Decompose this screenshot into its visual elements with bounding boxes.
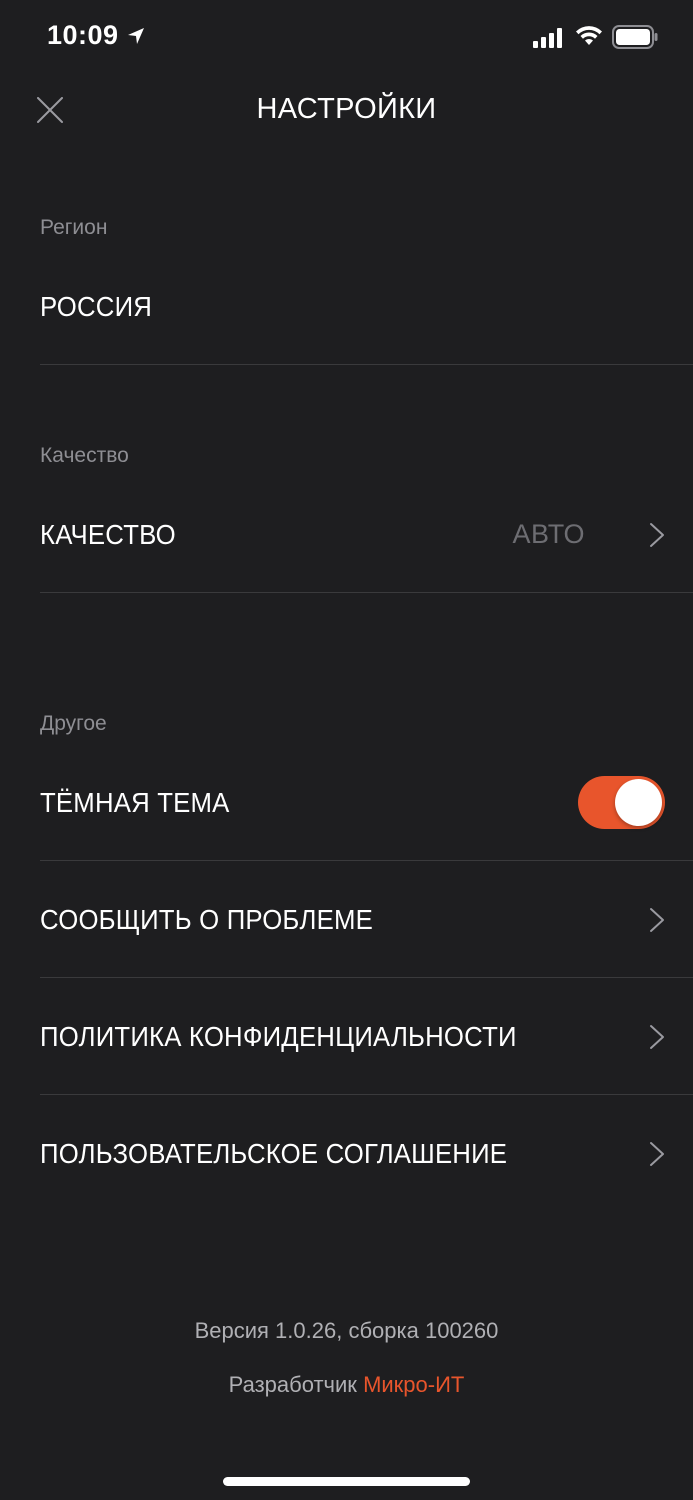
cellular-signal-icon: [533, 28, 562, 48]
report-problem-label: СООБЩИТЬ О ПРОБЛЕМЕ: [40, 903, 373, 935]
quality-row-label: КАЧЕСТВО: [40, 518, 176, 550]
status-time: 10:09: [47, 20, 119, 50]
privacy-policy-row[interactable]: ПОЛИТИКА КОНФИДЕНЦИАЛЬНОСТИ: [40, 979, 693, 1095]
section-label-other: Другое: [40, 712, 107, 735]
region-value-label: РОССИЯ: [40, 290, 153, 322]
report-problem-row[interactable]: СООБЩИТЬ О ПРОБЛЕМЕ: [40, 862, 693, 978]
user-agreement-label: ПОЛЬЗОВАТЕЛЬСКОЕ СОГЛАШЕНИЕ: [40, 1138, 508, 1169]
status-bar: 10:09: [0, 0, 693, 80]
version-text: Версия 1.0.26, сборка 100260: [194, 1318, 499, 1343]
toggle-knob: [615, 779, 662, 826]
developer-prefix: Разработчик: [228, 1372, 357, 1397]
user-agreement-row[interactable]: ПОЛЬЗОВАТЕЛЬСКОЕ СОГЛАШЕНИЕ: [40, 1096, 693, 1212]
privacy-policy-label: ПОЛИТИКА КОНФИДЕНЦИАЛЬНОСТИ: [40, 1020, 517, 1052]
dark-theme-toggle[interactable]: [578, 776, 665, 829]
developer-credit: Разработчик Микро-ИТ: [0, 1372, 693, 1398]
quality-row[interactable]: КАЧЕСТВО АВТО: [40, 477, 693, 593]
chevron-right-icon: [650, 522, 664, 547]
region-row[interactable]: РОССИЯ: [40, 249, 693, 365]
home-indicator: [223, 1477, 470, 1486]
chevron-right-icon: [650, 1024, 664, 1049]
nav-header: НАСТРОЙКИ: [0, 80, 693, 140]
wifi-icon: [576, 26, 602, 45]
dark-theme-row: ТЁМНАЯ ТЕМА: [40, 745, 693, 861]
page-title: НАСТРОЙКИ: [256, 93, 437, 125]
chevron-right-icon: [650, 907, 664, 932]
location-arrow-icon: [128, 28, 144, 44]
battery-icon: [612, 25, 658, 49]
chevron-right-icon: [650, 1142, 664, 1166]
developer-link[interactable]: Микро-ИТ: [363, 1372, 464, 1397]
quality-row-value: АВТО: [512, 519, 585, 549]
section-label-quality: Качество: [40, 444, 129, 467]
dark-theme-label: ТЁМНАЯ ТЕМА: [40, 786, 230, 818]
section-label-region: Регион: [40, 216, 108, 239]
